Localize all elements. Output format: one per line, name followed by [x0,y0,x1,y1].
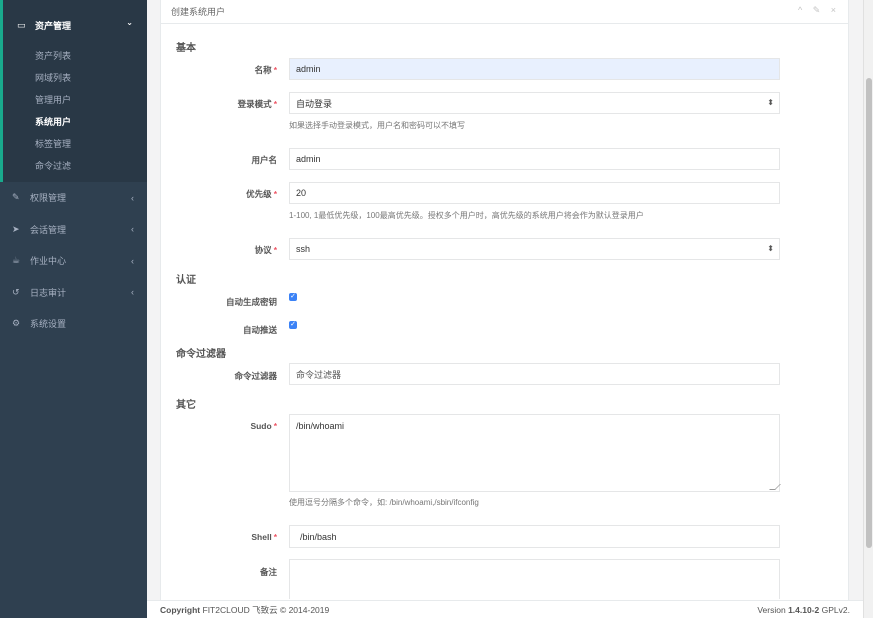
section-other-heading: 其它 [176,400,196,411]
panel-title: 创建系统用户 [171,7,226,17]
username-label: 用户名 [251,155,277,165]
auto-generate-key-checkbox[interactable]: ✓ [289,293,297,301]
sidebar-item-label: 作业中心 [30,256,67,267]
login-mode-select[interactable]: 自动登录 [289,92,780,114]
sidebar-section-assets: ▭ 资产管理 ⌄ 资产列表 网域列表 管理用户 系统用户 标签管理 命令过滤 [0,0,147,182]
sidebar-item-settings[interactable]: ⚙ 系统设置 [0,308,147,340]
coffee-icon: ☕ [12,255,21,266]
sidebar-item-label: 系统设置 [30,319,67,330]
sidebar-item-jobs[interactable]: ☕ 作业中心 ‹ [0,245,147,277]
panel-tools[interactable]: ^ ✎ × [798,5,840,16]
form-panel: 创建系统用户 ^ ✎ × 基本 名称* admin 登录模式* 自动登录 如果选… [160,0,849,600]
priority-label: 优先级 * [246,189,277,199]
chevron-left-icon: ‹ [131,255,134,266]
chevron-down-icon: ⌄ [126,18,133,27]
footer: Copyright FIT2CLOUD 飞致云 © 2014-2019 Vers… [147,600,863,618]
chevron-left-icon: ‹ [131,192,134,203]
history-icon: ↺ [12,286,20,297]
login-mode-help: 如果选择手动登录模式，用户名和密码可以不填写 [289,121,465,130]
footer-copyright: Copyright FIT2CLOUD 飞致云 © 2014-2019 [160,604,330,615]
chevron-left-icon: ‹ [131,224,134,235]
main-content: 创建系统用户 ^ ✎ × 基本 名称* admin 登录模式* 自动登录 如果选… [147,0,863,618]
sidebar-subitem-admin-user[interactable]: 管理用户 [3,88,147,110]
auto-push-checkbox[interactable]: ✓ [289,321,297,329]
sidebar-item-asset-management[interactable]: ▭ 资产管理 ⌄ [3,0,147,44]
shell-label: Shell * [251,532,277,542]
shell-input[interactable]: /bin/bash [289,525,780,548]
sidebar-item-label: 日志审计 [30,287,67,298]
protocol-select[interactable]: ssh [289,238,780,260]
check-icon: ✓ [290,293,296,300]
section-auth-heading: 认证 [176,275,196,286]
priority-input[interactable]: 20 [289,182,780,204]
comment-label: 备注 [259,567,277,577]
inbox-icon: ▭ [17,19,26,30]
name-label: 名称 * [254,65,277,75]
sudo-label: Sudo * [250,421,277,431]
protocol-label: 协议 * [254,245,277,255]
sidebar-item-label: 会话管理 [30,224,67,235]
gears-icon: ⚙ [12,318,21,329]
sudo-help: 使用逗号分隔多个命令，如: /bin/whoami,/sbin/ifconfig [289,498,479,507]
sidebar-item-label: 资产管理 [35,20,72,31]
chevron-left-icon: ‹ [131,287,134,298]
sidebar-subitem-domain-list[interactable]: 网域列表 [3,66,147,88]
sudo-value: /bin/whoami [296,421,345,431]
section-basic-heading: 基本 [176,43,196,54]
edit-icon: ✎ [12,192,20,203]
footer-version: Version 1.4.10-2 GPLv2. [757,604,850,615]
username-input[interactable]: admin [289,148,780,170]
sidebar-item-audit[interactable]: ↺ 日志审计 ‹ [0,277,147,309]
section-command-filter-heading: 命令过滤器 [176,349,226,360]
page-scrollbar[interactable] [863,0,873,618]
login-mode-label: 登录模式 * [237,99,277,109]
command-filter-label: 命令过滤器 [234,371,277,381]
scrollbar-thumb[interactable] [866,78,872,548]
paper-plane-icon: ➤ [12,223,20,234]
check-icon: ✓ [290,321,296,328]
sidebar-subitem-asset-list[interactable]: 资产列表 [3,44,147,66]
sidebar-subitem-system-user[interactable]: 系统用户 [3,110,147,132]
sidebar: ▭ 资产管理 ⌄ 资产列表 网域列表 管理用户 系统用户 标签管理 命令过滤 ✎… [0,0,147,618]
sidebar-item-label: 权限管理 [30,193,67,204]
sidebar-item-permissions[interactable]: ✎ 权限管理 ‹ [0,182,147,214]
panel-header: 创建系统用户 ^ ✎ × [161,0,848,24]
auto-push-label: 自动推送 [242,325,277,335]
sidebar-subitem-label-management[interactable]: 标签管理 [3,132,147,154]
priority-help: 1-100, 1最低优先级，100最高优先级。授权多个用户时，高优先级的系统用户… [289,211,644,220]
command-filter-select[interactable]: 命令过滤器 [289,363,780,385]
comment-textarea[interactable] [289,559,780,599]
sudo-textarea[interactable]: /bin/whoami [289,414,781,492]
auto-generate-key-label: 自动生成密钥 [225,297,277,307]
name-input[interactable]: admin [289,58,780,80]
resize-handle-icon[interactable] [769,484,781,490]
sidebar-subitem-command-filter[interactable]: 命令过滤 [3,154,147,176]
sidebar-item-sessions[interactable]: ➤ 会话管理 ‹ [0,214,147,246]
